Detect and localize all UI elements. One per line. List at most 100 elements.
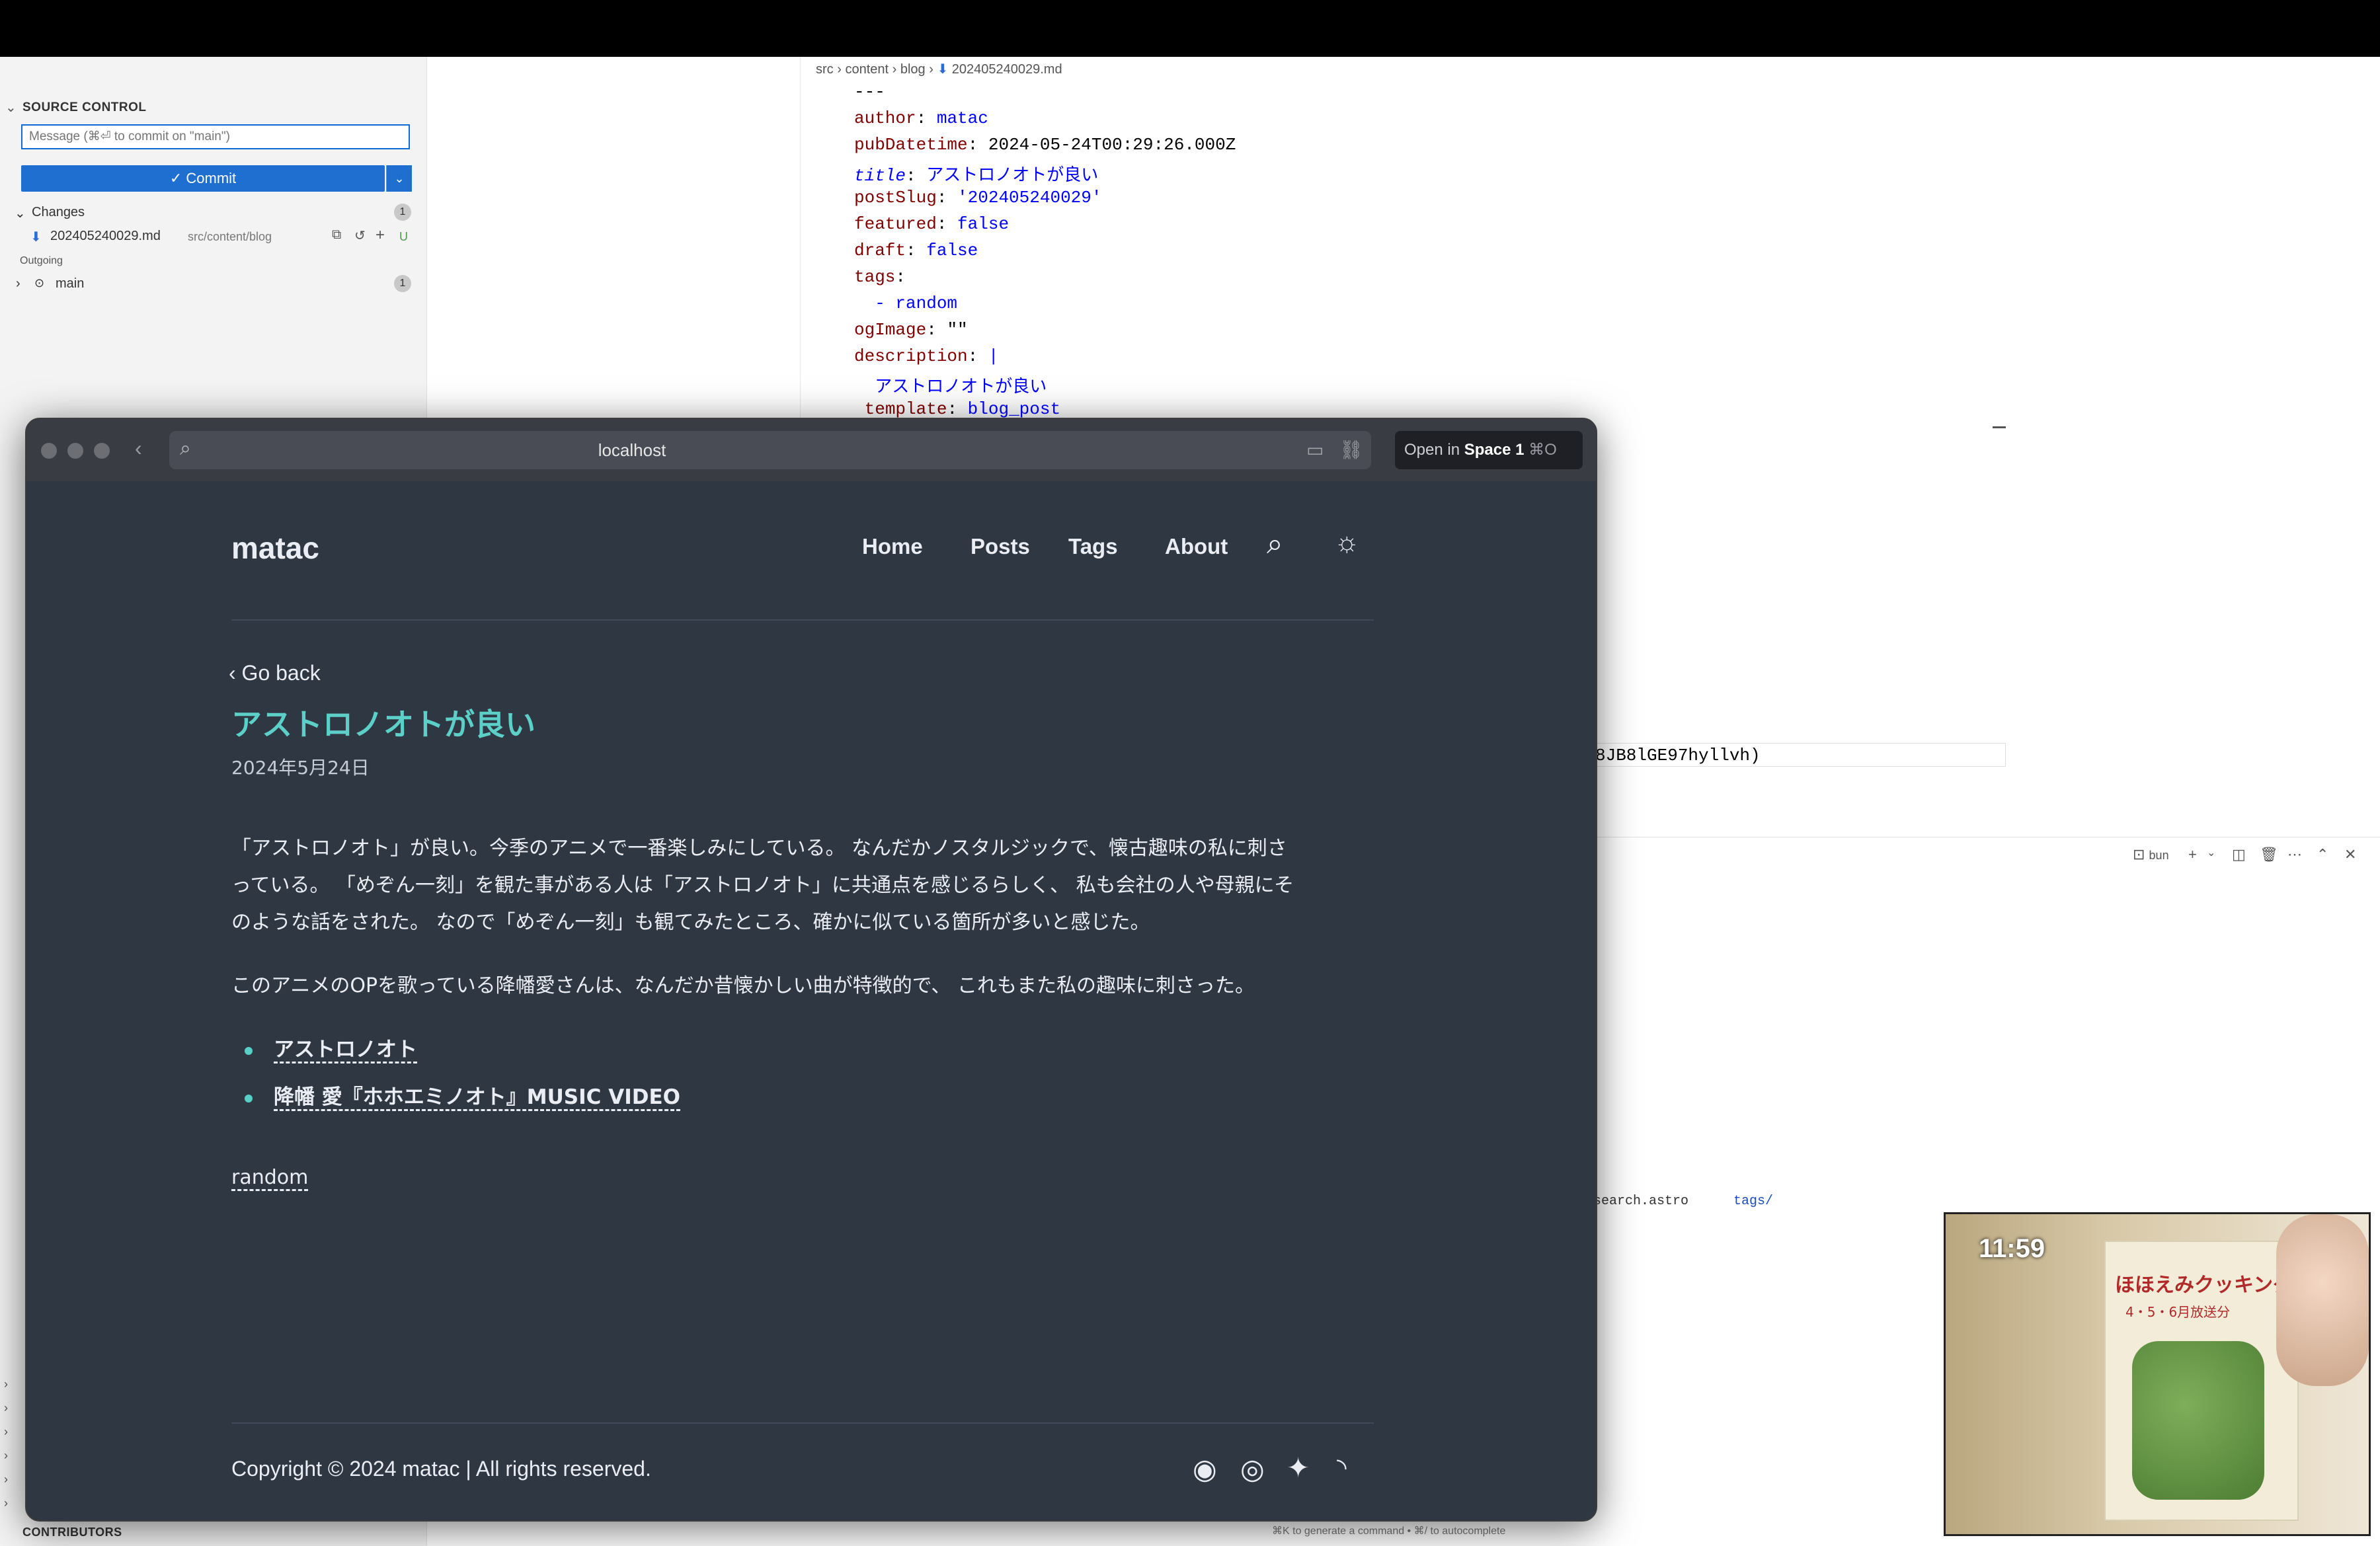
nav-tags[interactable]: Tags: [1068, 534, 1118, 559]
code-line[interactable]: ogImage: "": [854, 320, 968, 340]
commit-message-input[interactable]: [21, 124, 410, 149]
code-line[interactable]: featured: false: [854, 214, 1009, 234]
post-link[interactable]: 降幡 愛『ホホエミノオト』MUSIC VIDEO: [274, 1080, 680, 1110]
post-tag[interactable]: random: [231, 1166, 308, 1189]
chevron-left-icon: ‹: [229, 661, 242, 685]
theme-toggle-icon[interactable]: ☼: [1334, 526, 1360, 558]
code-line[interactable]: アストロノオトが良い: [854, 373, 1047, 397]
contributors-header[interactable]: CONTRIBUTORS: [22, 1526, 122, 1539]
collapsed-section-chevron[interactable]: ›: [4, 1496, 8, 1510]
breadcrumb-item[interactable]: content: [845, 62, 889, 77]
browser-window: ‹ ⌕ localhost ▭ ⛓ Open in Space 1 ⌘O mat…: [25, 418, 1597, 1522]
open-in-space-button[interactable]: Open in Space 1 ⌘O: [1395, 431, 1583, 469]
minimap-marker: [1993, 426, 2006, 428]
browser-titlebar: ‹ ⌕ localhost ▭ ⛓ Open in Space 1 ⌘O: [26, 419, 1596, 481]
cookbook-cover: ほほえみクッキング 4・5・6月放送分: [2104, 1241, 2299, 1521]
branch-icon: ⊙: [34, 276, 45, 290]
reader-icon[interactable]: ▭: [1306, 439, 1324, 461]
go-back-link[interactable]: ‹ Go back: [229, 661, 321, 685]
new-terminal-icon[interactable]: +: [2188, 846, 2197, 863]
code-line-tail[interactable]: 8JB8lGE97hyllvh): [1595, 743, 2006, 767]
picture-in-picture-video[interactable]: ほほえみクッキング 4・5・6月放送分 11:59: [1944, 1212, 2371, 1536]
collapsed-section-chevron[interactable]: ›: [4, 1377, 8, 1391]
code-line[interactable]: tags:: [854, 267, 906, 287]
url-text[interactable]: localhost: [169, 431, 1095, 469]
url-bar[interactable]: ⌕ localhost ▭ ⛓: [169, 431, 1371, 469]
changes-chevron-icon[interactable]: ⌄: [15, 205, 26, 221]
back-icon[interactable]: ‹: [135, 436, 142, 461]
window-minimize-button[interactable]: [67, 443, 83, 459]
maximize-panel-icon[interactable]: ⌃: [2317, 846, 2328, 863]
code-line[interactable]: pubDatetime: 2024-05-24T00:29:26.000Z: [854, 135, 1236, 155]
branch-chevron-icon[interactable]: ›: [16, 276, 20, 291]
discard-icon[interactable]: ↺: [354, 227, 366, 244]
instagram-icon[interactable]: ◎: [1240, 1453, 1265, 1485]
github-icon[interactable]: ◉: [1193, 1453, 1217, 1485]
rss-icon[interactable]: ◝: [1337, 1453, 1347, 1483]
footer-divider: [231, 1422, 1374, 1424]
terminal-shell-tab[interactable]: ⊡ bun: [2133, 846, 2169, 863]
video-timestamp: 11:59: [1979, 1234, 2045, 1263]
chevron-right-icon: ›: [929, 62, 937, 77]
changed-file-name[interactable]: 202405240029.md: [50, 229, 161, 244]
collapsed-section-chevron[interactable]: ›: [4, 1401, 8, 1415]
open-file-icon[interactable]: ⧉: [332, 227, 341, 243]
code-line[interactable]: author: matac: [854, 108, 988, 128]
stage-icon[interactable]: +: [376, 226, 385, 245]
markdown-file-icon: ⬇: [30, 230, 42, 245]
collapsed-section-chevron[interactable]: ›: [4, 1425, 8, 1439]
breadcrumb: src › content › blog › ⬇ 202405240029.md: [816, 61, 1062, 77]
terminal-output-dir: tags/: [1733, 1194, 1774, 1209]
post-link[interactable]: アストロノオト: [274, 1032, 417, 1062]
terminal-hint: ⌘K to generate a command • ⌘/ to autocom…: [1272, 1526, 1506, 1537]
branch-name[interactable]: main: [56, 276, 84, 291]
code-line[interactable]: - random: [854, 293, 957, 313]
post-paragraph: このアニメのOPを歌っている降幡愛さんは、なんだか昔懐かしい曲が特徴的で、 これ…: [231, 974, 1255, 997]
nav-home[interactable]: Home: [862, 534, 923, 559]
code-line[interactable]: ---: [854, 82, 885, 102]
changes-label[interactable]: Changes: [32, 205, 85, 220]
code-line[interactable]: description: |: [854, 346, 998, 366]
markdown-file-icon: ⬇: [937, 62, 952, 77]
changes-count-badge: 1: [394, 204, 411, 221]
breadcrumb-item[interactable]: src: [816, 62, 834, 77]
chevron-down-icon[interactable]: ⌄: [5, 99, 17, 116]
post-paragraph: 「アストロノオト」が良い。今季のアニメで一番楽しみにしている。 なんだかノスタル…: [231, 837, 1294, 934]
window-zoom-button[interactable]: [94, 443, 110, 459]
code-line[interactable]: title: アストロノオトが良い: [854, 161, 1098, 186]
changed-file-path: src/content/blog: [188, 230, 272, 243]
terminal-output-file: search.astro: [1593, 1194, 1689, 1209]
code-line[interactable]: template: blog_post: [854, 399, 1060, 419]
more-icon[interactable]: ⋯: [2287, 846, 2302, 863]
outgoing-label: Outgoing: [20, 255, 63, 266]
search-icon[interactable]: ⌕: [1267, 527, 1283, 560]
link-icon[interactable]: ⛓: [1339, 439, 1363, 461]
collapsed-section-chevron[interactable]: ›: [4, 1449, 8, 1463]
presenter-figure: [2276, 1214, 2369, 1386]
list-bullet: [245, 1047, 253, 1055]
nav-posts[interactable]: Posts: [971, 534, 1030, 559]
branch-count-badge: 1: [394, 275, 411, 292]
cookbook-title: ほほえみクッキング: [2115, 1274, 2293, 1297]
collapsed-section-chevron[interactable]: ›: [4, 1473, 8, 1487]
twitter-icon[interactable]: ✦: [1287, 1451, 1310, 1484]
split-terminal-icon[interactable]: ◫: [2232, 846, 2246, 863]
trash-icon[interactable]: 🗑: [2260, 846, 2278, 863]
commit-button[interactable]: ✓ Commit: [21, 165, 385, 192]
commit-dropdown-icon[interactable]: ⌄: [386, 165, 412, 192]
terminal-icon: ⊡: [2133, 846, 2149, 863]
site-logo[interactable]: matac: [231, 530, 319, 566]
window-close-button[interactable]: [41, 443, 57, 459]
breadcrumb-item[interactable]: 202405240029.md: [952, 62, 1062, 77]
close-icon[interactable]: ✕: [2344, 846, 2356, 863]
code-line[interactable]: draft: false: [854, 241, 978, 260]
chevron-right-icon: ›: [837, 62, 846, 77]
nav-about[interactable]: About: [1165, 534, 1228, 559]
list-bullet: [245, 1095, 253, 1102]
post-title: アストロノオトが良い: [231, 707, 536, 742]
breadcrumb-item[interactable]: blog: [900, 62, 926, 77]
chevron-down-icon[interactable]: ⌄: [2207, 846, 2215, 859]
untracked-status: U: [399, 230, 408, 243]
source-control-header: SOURCE CONTROL: [22, 100, 147, 114]
code-line[interactable]: postSlug: '202405240029': [854, 188, 1101, 208]
